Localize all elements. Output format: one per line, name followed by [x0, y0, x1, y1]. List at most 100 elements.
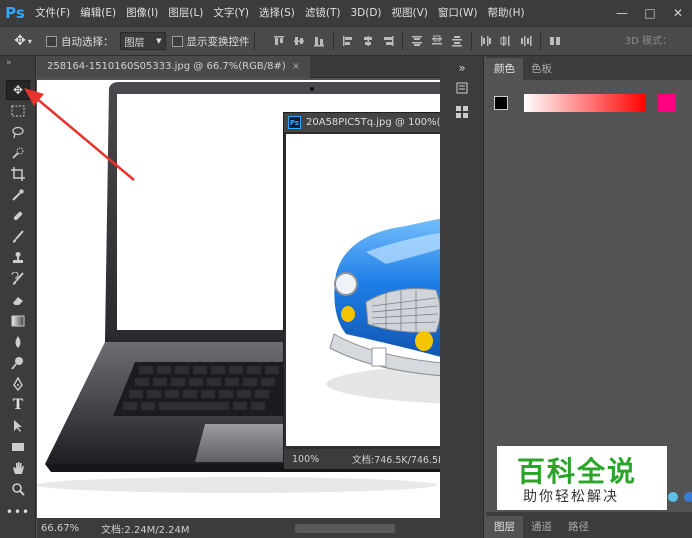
document-size: 文档:2.24M/2.24M — [101, 524, 190, 536]
close-window-button[interactable]: ✕ — [664, 0, 692, 26]
menu-file[interactable]: 文件(F) — [30, 0, 75, 26]
eraser-tool-icon[interactable] — [6, 290, 30, 310]
menu-view[interactable]: 视图(V) — [387, 0, 433, 26]
auto-select-checkbox[interactable] — [46, 35, 57, 47]
distribute-bottom-icon[interactable] — [448, 32, 466, 50]
mode-3d-label: 3D 模式： — [624, 36, 672, 47]
move-tool-preset-icon[interactable]: ✥ ▾ — [6, 30, 40, 52]
watermark: 百科全说 助你轻松解决 — [497, 446, 667, 510]
menu-select[interactable]: 选择(S) — [254, 0, 300, 26]
zoom-tool-icon[interactable] — [6, 479, 30, 499]
tray-icons — [668, 492, 692, 502]
dock-collapse-icon[interactable]: » — [452, 58, 472, 78]
show-transform-checkbox[interactable] — [171, 35, 183, 47]
align-top-icon[interactable] — [270, 32, 288, 50]
mode-3d: 3D 模式： — [625, 32, 672, 47]
more-tools-icon[interactable]: ••• — [6, 502, 30, 522]
properties-panel-icon[interactable] — [452, 102, 472, 122]
align-bottom-icon[interactable] — [310, 32, 328, 50]
quick-select-tool-icon[interactable] — [6, 143, 30, 163]
history-brush-tool-icon[interactable] — [6, 269, 30, 289]
menu-help[interactable]: 帮助(H) — [483, 0, 530, 26]
floating-zoom-level[interactable]: 100% — [284, 454, 344, 465]
auto-align-icon[interactable] — [546, 32, 564, 50]
menu-edit[interactable]: 编辑(E) — [75, 0, 121, 26]
distribute-hcenter-icon[interactable] — [497, 32, 515, 50]
zoom-level[interactable]: 66.67% — [37, 523, 85, 534]
align-hcenter-icon[interactable] — [359, 32, 377, 50]
horizontal-scrollbar[interactable] — [295, 524, 395, 533]
show-transform-label: 显示变换控件 — [186, 35, 250, 48]
divider — [470, 32, 472, 50]
tab-paths[interactable]: 路径 — [560, 516, 597, 538]
color-picker — [486, 80, 692, 136]
menu-filter[interactable]: 滤镜(T) — [300, 0, 346, 26]
menu-bar: Ps 文件(F) 编辑(E) 图像(I) 图层(L) 文字(Y) 选择(S) 滤… — [0, 0, 692, 26]
watermark-title: 百科全说 — [517, 455, 638, 488]
microphone-icon[interactable] — [684, 492, 692, 502]
move-tool-icon[interactable]: ✥ — [6, 80, 30, 100]
tab-layers[interactable]: 图层 — [486, 516, 523, 538]
gradient-tool-icon[interactable] — [6, 311, 30, 331]
document-tab-title: 258164-1510160S05333.jpg @ 66.7%(RGB/8#) — [47, 61, 286, 72]
document-status-bar: 66.67% 文档:2.24M/2.24M — [37, 518, 440, 538]
lasso-tool-icon[interactable] — [6, 122, 30, 142]
align-vcenter-icon[interactable] — [290, 32, 308, 50]
hue-swatch[interactable] — [658, 94, 676, 112]
distribute-top-icon[interactable] — [408, 32, 426, 50]
path-select-tool-icon[interactable] — [6, 416, 30, 436]
close-icon[interactable]: × — [292, 61, 300, 72]
panel-dock: » — [440, 56, 484, 538]
window-controls: — □ ✕ — [608, 0, 692, 26]
floating-document-size: 文档:746.5K/746.5K — [352, 455, 445, 466]
chevron-down-icon: ▼ — [156, 37, 162, 45]
foreground-color-swatch[interactable] — [494, 96, 508, 110]
menu-window[interactable]: 窗口(W) — [433, 0, 483, 26]
menu-3d[interactable]: 3D(D) — [345, 0, 386, 26]
document-tabs: 258164-1510160S05333.jpg @ 66.7%(RGB/8#)… — [37, 56, 440, 78]
healing-tool-icon[interactable] — [6, 206, 30, 226]
menu-layer[interactable]: 图层(L) — [163, 0, 208, 26]
marquee-tool-icon[interactable] — [6, 101, 30, 121]
minimize-button[interactable]: — — [608, 0, 636, 26]
distribute-right-icon[interactable] — [517, 32, 535, 50]
eyedropper-tool-icon[interactable] — [6, 185, 30, 205]
auto-select-dropdown[interactable]: 图层 ▼ — [119, 32, 166, 50]
history-panel-icon[interactable] — [452, 78, 472, 98]
smiley-icon[interactable] — [668, 492, 678, 502]
color-panel-tabs: 颜色 色板 — [486, 56, 692, 80]
tab-swatches[interactable]: 色板 — [523, 58, 560, 80]
rectangle-tool-icon[interactable] — [6, 437, 30, 457]
tab-color[interactable]: 颜色 — [486, 58, 523, 80]
dodge-tool-icon[interactable] — [6, 353, 30, 373]
type-tool-icon[interactable]: T — [6, 395, 30, 415]
auto-select-label: 自动选择： — [61, 35, 114, 48]
divider — [253, 32, 255, 50]
menu-type[interactable]: 文字(Y) — [208, 0, 254, 26]
tab-channels[interactable]: 通道 — [523, 516, 560, 538]
maximize-button[interactable]: □ — [636, 0, 664, 26]
color-panel: 颜色 色板 — [486, 56, 692, 136]
stamp-tool-icon[interactable] — [6, 248, 30, 268]
photoshop-doc-icon: Ps — [288, 116, 301, 129]
menu-image[interactable]: 图像(I) — [121, 0, 163, 26]
blur-tool-icon[interactable] — [6, 332, 30, 352]
brush-tool-icon[interactable] — [6, 227, 30, 247]
divider — [539, 32, 541, 50]
layers-panel-tabs: 图层 通道 路径 — [486, 482, 692, 538]
align-right-icon[interactable] — [379, 32, 397, 50]
tab-document[interactable]: 258164-1510160S05333.jpg @ 66.7%(RGB/8#)… — [37, 56, 311, 78]
distribute-left-icon[interactable] — [477, 32, 495, 50]
crop-tool-icon[interactable] — [6, 164, 30, 184]
distribute-vcenter-icon[interactable] — [428, 32, 446, 50]
color-ramp[interactable] — [524, 94, 646, 112]
tools-collapse-icon[interactable]: » — [0, 56, 35, 78]
watermark-subtitle: 助你轻松解决 — [523, 489, 619, 505]
divider — [401, 32, 403, 50]
auto-select-value: 图层 — [124, 37, 145, 49]
align-left-icon[interactable] — [339, 32, 357, 50]
pen-tool-icon[interactable] — [6, 374, 30, 394]
tools-panel: » ✥ T ••• — [0, 56, 36, 538]
hand-tool-icon[interactable] — [6, 458, 30, 478]
photoshop-logo: Ps — [5, 4, 25, 22]
